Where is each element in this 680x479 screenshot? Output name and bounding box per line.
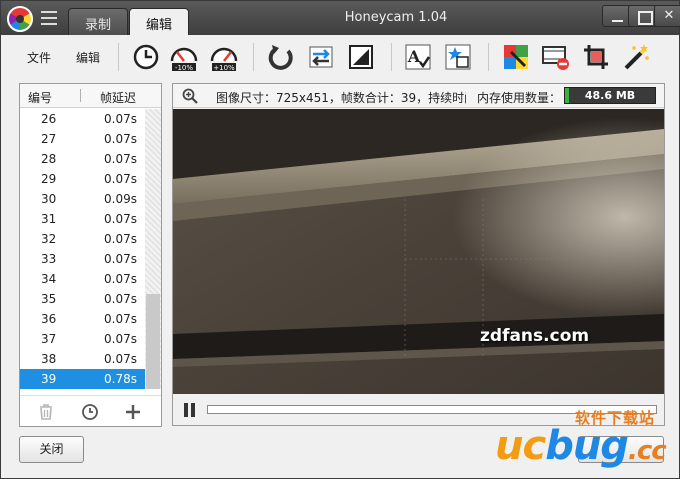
frame-number: 27: [41, 132, 57, 146]
frame-row[interactable]: 26 0.07s: [20, 109, 145, 129]
frame-number: 38: [41, 352, 57, 366]
tab-edit[interactable]: 编辑: [129, 8, 189, 35]
toolbar-divider: [391, 43, 392, 71]
frame-delay: 0.07s: [104, 312, 137, 326]
frame-number: 31: [41, 212, 57, 226]
color-filter-icon[interactable]: [501, 42, 531, 72]
frame-delay: 0.07s: [104, 172, 137, 186]
scrollbar-thumb[interactable]: [146, 294, 160, 389]
frame-number: 30: [41, 192, 57, 206]
column-header-number[interactable]: 编号: [28, 89, 52, 106]
frame-list-scrollbar[interactable]: [145, 109, 161, 389]
edit-menu[interactable]: 编辑: [76, 49, 100, 66]
memory-usage-value: 48.6 MB: [584, 89, 636, 102]
frame-list: 26 0.07s 27 0.07s 28 0.07s 29 0.07s 30 0.09s 31 0.0…: [20, 109, 145, 389]
frame-delay: 0.07s: [104, 212, 137, 226]
frame-row[interactable]: 33 0.07s: [20, 249, 145, 269]
frame-list-footer: [20, 395, 161, 427]
frame-row[interactable]: 34 0.07s: [20, 269, 145, 289]
frame-row[interactable]: 36 0.07s: [20, 309, 145, 329]
app-window: 录制 编辑 Honeycam 1.04 ✕ 文件 编辑 -10% +10% A …: [0, 0, 680, 479]
toolbar-divider: [488, 43, 489, 71]
svg-text:+10%: +10%: [213, 64, 235, 72]
frame-delay: 0.07s: [104, 252, 137, 266]
site-logo-wordmark: ucbug.cc: [495, 423, 667, 469]
frame-number: 26: [41, 112, 57, 126]
frame-row[interactable]: 32 0.07s: [20, 229, 145, 249]
hamburger-menu-icon[interactable]: [41, 11, 57, 25]
delete-frame-icon[interactable]: [541, 42, 571, 72]
frame-row[interactable]: 27 0.07s: [20, 129, 145, 149]
frame-list-panel: 编号 帧延迟 26 0.07s 27 0.07s 28 0.07s 29 0.07s 30 0.0…: [19, 83, 162, 427]
frame-number: 34: [41, 272, 57, 286]
frame-number: 36: [41, 312, 57, 326]
frame-number: 35: [41, 292, 57, 306]
frame-number: 32: [41, 232, 57, 246]
column-divider: [80, 89, 81, 102]
toolbar: 文件 编辑 -10% +10% A: [1, 35, 679, 77]
crossfade-icon[interactable]: [346, 42, 376, 72]
add-frame-icon[interactable]: [123, 402, 143, 422]
honeycam-logo-icon[interactable]: [7, 6, 33, 32]
svg-text:A: A: [407, 47, 421, 66]
frame-row[interactable]: 30 0.09s: [20, 189, 145, 209]
toolbar-divider: [118, 43, 119, 71]
clock-icon[interactable]: [131, 42, 161, 72]
frame-delay: 0.07s: [104, 352, 137, 366]
image-info-bar: 图像尺寸：725x451，帧数合计：39，持续时间 内存使用数量： 48.6 M…: [173, 84, 664, 108]
text-icon[interactable]: A: [403, 42, 433, 72]
frame-number: 33: [41, 252, 57, 266]
frame-preview-canvas[interactable]: zdfans.com: [173, 109, 664, 394]
frame-delay: 0.07s: [104, 132, 137, 146]
sticker-icon[interactable]: [443, 42, 473, 72]
preview-panel: 图像尺寸：725x451，帧数合计：39，持续时间 内存使用数量： 48.6 M…: [172, 83, 665, 426]
frame-delay: 0.07s: [104, 112, 137, 126]
memory-usage-label: 内存使用数量：: [477, 91, 562, 105]
memory-usage-meter: 48.6 MB: [564, 87, 656, 104]
speed-up-icon[interactable]: +10%: [209, 42, 239, 72]
frame-delay: 0.07s: [104, 332, 137, 346]
zoom-icon[interactable]: [181, 87, 199, 105]
frame-number: 28: [41, 152, 57, 166]
frame-row[interactable]: 28 0.07s: [20, 149, 145, 169]
reverse-icon[interactable]: [266, 42, 296, 72]
frame-delay: 0.07s: [104, 292, 137, 306]
frame-delay: 0.07s: [104, 272, 137, 286]
pause-icon[interactable]: [183, 403, 197, 417]
frame-image: [173, 109, 664, 394]
frame-delay: 0.09s: [104, 192, 137, 206]
frame-number: 37: [41, 332, 57, 346]
site-logo-overlay: 软件下载站 ucbug.cc: [489, 401, 679, 479]
clock-icon[interactable]: [80, 402, 100, 422]
title-bar: 录制 编辑 Honeycam 1.04 ✕: [1, 1, 680, 35]
frame-list-header: 编号 帧延迟: [20, 84, 161, 108]
toolbar-divider: [253, 43, 254, 71]
frame-row[interactable]: 39 0.78s: [20, 369, 145, 389]
frame-row[interactable]: 35 0.07s: [20, 289, 145, 309]
speed-down-icon[interactable]: -10%: [169, 42, 199, 72]
file-menu[interactable]: 文件: [27, 49, 51, 66]
svg-text:-10%: -10%: [175, 64, 193, 72]
watermark-text: zdfans.com: [480, 326, 590, 346]
frame-delay: 0.78s: [104, 372, 137, 386]
trash-icon[interactable]: [36, 402, 56, 422]
crop-icon[interactable]: [581, 42, 611, 72]
frame-row[interactable]: 37 0.07s: [20, 329, 145, 349]
tab-record[interactable]: 录制: [68, 8, 128, 35]
close-button[interactable]: 关闭: [19, 436, 84, 463]
magic-wand-icon[interactable]: [621, 42, 651, 72]
image-info-text: 图像尺寸：725x451，帧数合计：39，持续时间: [216, 91, 466, 105]
close-window-button[interactable]: ✕: [654, 5, 680, 27]
window-title: Honeycam 1.04: [344, 10, 448, 25]
yoyo-icon[interactable]: [306, 42, 336, 72]
frame-row[interactable]: 29 0.07s: [20, 169, 145, 189]
frame-delay: 0.07s: [104, 232, 137, 246]
frame-delay: 0.07s: [104, 152, 137, 166]
frame-row[interactable]: 38 0.07s: [20, 349, 145, 369]
frame-number: 29: [41, 172, 57, 186]
column-header-delay[interactable]: 帧延迟: [100, 89, 136, 106]
frame-row[interactable]: 31 0.07s: [20, 209, 145, 229]
frame-number: 39: [41, 372, 57, 386]
